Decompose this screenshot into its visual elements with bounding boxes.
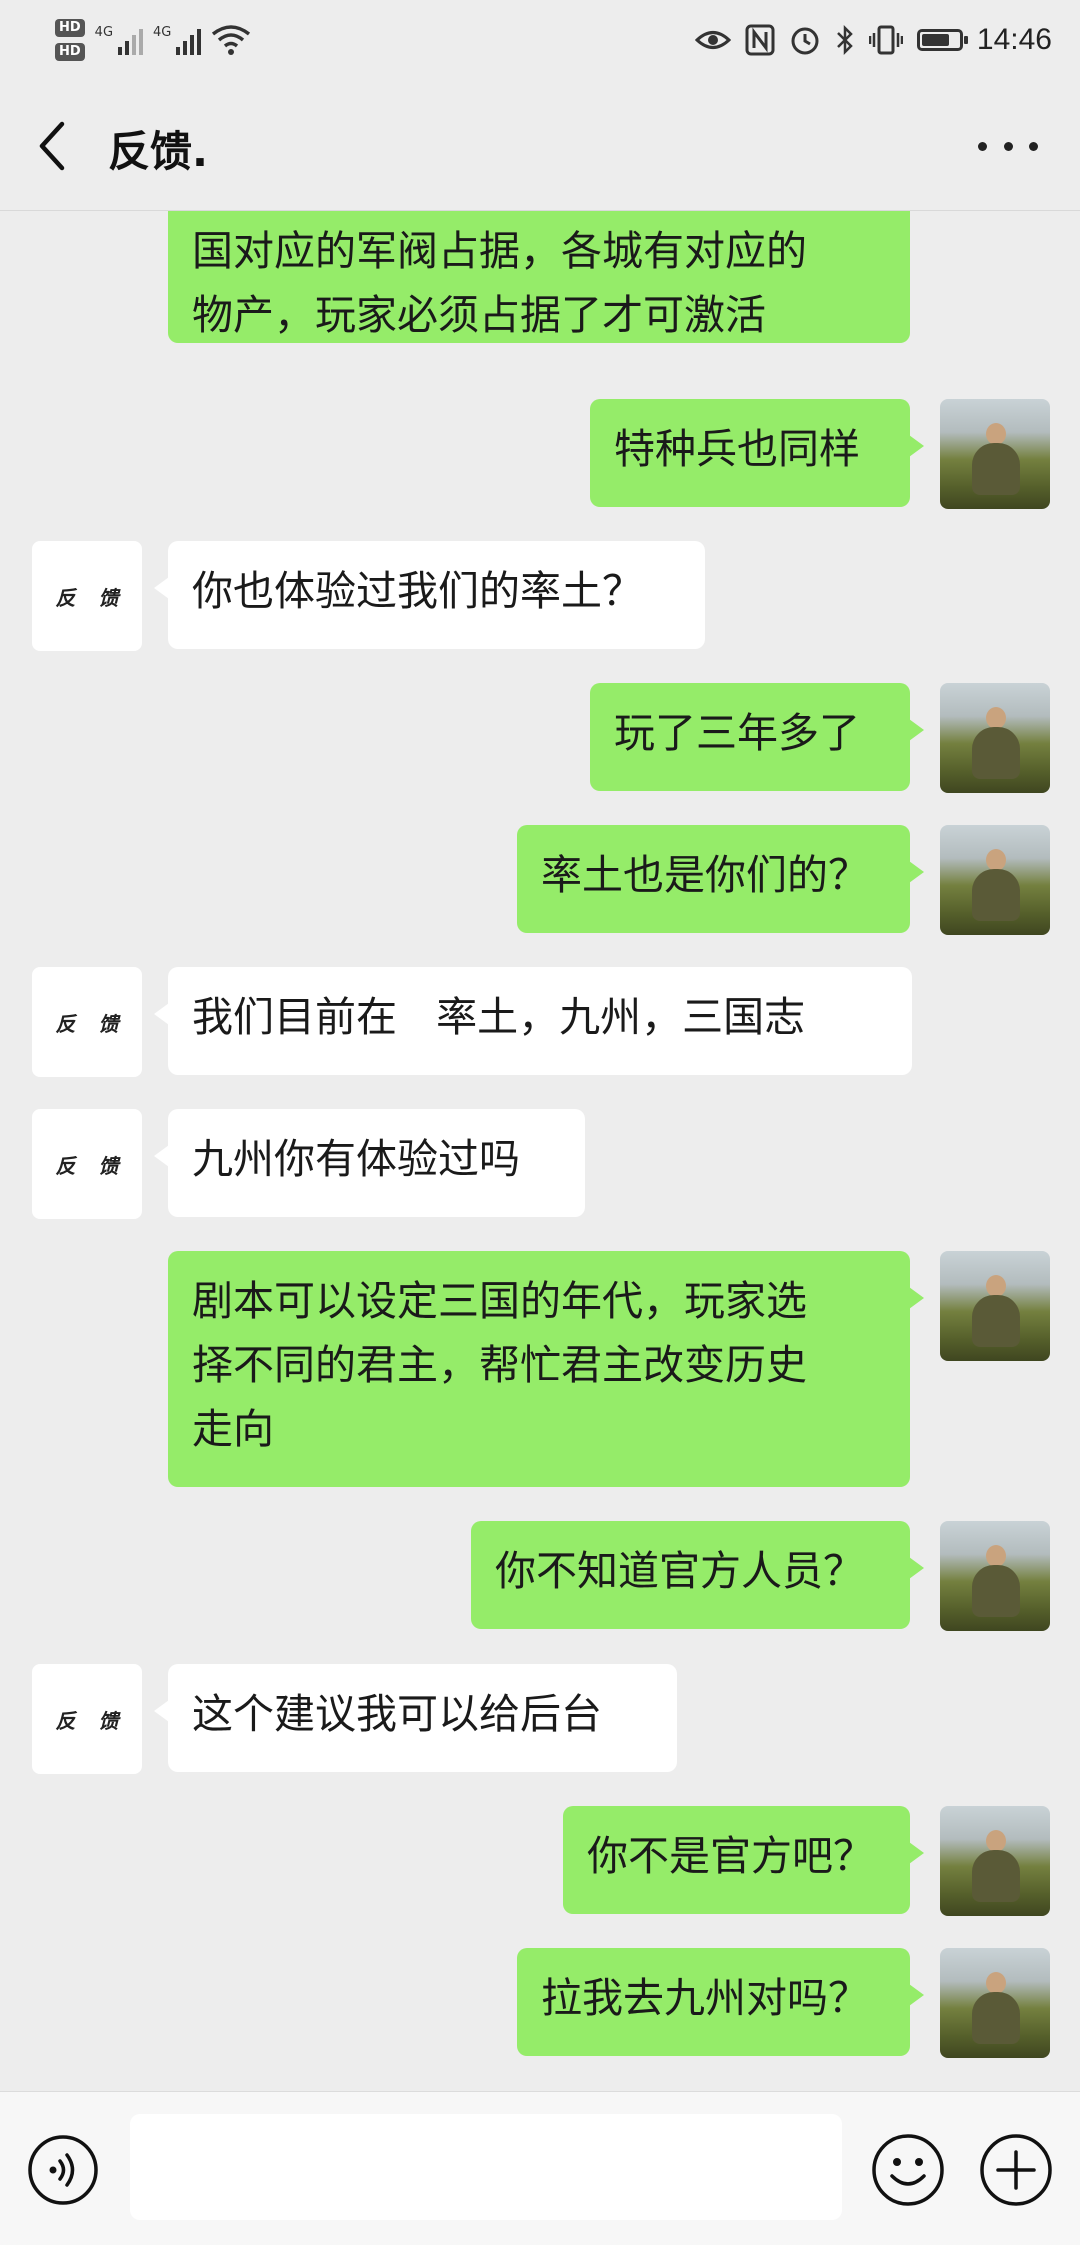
bluetooth-icon <box>837 24 853 56</box>
my-avatar[interactable] <box>940 1521 1050 1631</box>
wifi-icon <box>212 25 251 55</box>
network-indicators: HD HD 4G 4G <box>55 10 251 70</box>
status-time: 14:46 <box>976 23 1052 56</box>
message-bubble[interactable]: 九州你有体验过吗 <box>154 1109 585 1217</box>
message-input[interactable] <box>130 2114 842 2220</box>
my-avatar[interactable] <box>940 1948 1050 2058</box>
incoming-message: 你也体验过我们的率土？反馈 <box>0 541 1080 651</box>
contact-avatar[interactable]: 反馈 <box>32 541 142 651</box>
avatar-logo-char: 馈 <box>98 1708 119 1733</box>
outgoing-message: 拉我去九州对吗？ <box>0 1948 1080 2058</box>
avatar-logo-char: 反 <box>55 1708 76 1733</box>
avatar-logo-char: 反 <box>55 585 76 610</box>
chat-title: 反馈. <box>108 127 208 176</box>
message-bubble[interactable]: 剧本可以设定三国的年代，玩家选 择不同的君主，帮忙君主改变历史 走向 <box>168 1251 924 1487</box>
my-avatar[interactable] <box>940 1806 1050 1916</box>
contact-avatar[interactable]: 反馈 <box>32 1664 142 1774</box>
outgoing-message: 玩了三年多了 <box>0 683 1080 793</box>
outgoing-message: 你不是官方吧？ <box>0 1806 1080 1916</box>
signal-1-icon: 4G <box>94 25 144 55</box>
incoming-message: 我们目前在 率土，九州，三国志反馈 <box>0 967 1080 1077</box>
message-bubble[interactable]: 率土也是你们的？ <box>517 825 924 933</box>
outgoing-message: 率土也是你们的？ <box>0 825 1080 935</box>
outgoing-message: 你不知道官方人员？ <box>0 1521 1080 1631</box>
outgoing-message: 特种兵也同样 <box>0 399 1080 509</box>
battery-icon <box>916 29 968 51</box>
hd-badge-2: HD <box>55 43 85 61</box>
message-bubble[interactable]: 你不是官方吧？ <box>563 1806 924 1914</box>
status-bar: HD HD 4G 4G 14:46 <box>0 0 1080 80</box>
message-bubble[interactable]: 拉我去九州对吗？ <box>517 1948 924 2056</box>
my-avatar[interactable] <box>940 1251 1050 1361</box>
incoming-message: 九州你有体验过吗反馈 <box>0 1109 1080 1219</box>
vibrate-icon <box>868 25 903 55</box>
eye-comfort-icon <box>694 31 731 49</box>
my-avatar[interactable] <box>940 399 1050 509</box>
hd-badge-1: HD <box>55 19 85 37</box>
message-bubble[interactable]: 你不知道官方人员？ <box>471 1521 924 1629</box>
message-bubble[interactable]: 国对应的军阀占据，各城有对应的 物产，玩家必须占据了才可激活 <box>168 211 910 343</box>
avatar-logo-char: 反 <box>55 1153 76 1178</box>
avatar-logo-char: 馈 <box>98 1153 119 1178</box>
outgoing-message: 国对应的军阀占据，各城有对应的 物产，玩家必须占据了才可激活 <box>0 211 1080 343</box>
incoming-message: 这个建议我可以给后台反馈 <box>0 1664 1080 1774</box>
avatar-logo-char: 馈 <box>98 1011 119 1036</box>
system-indicators: 14:46 <box>694 18 1052 62</box>
my-avatar[interactable] <box>940 825 1050 935</box>
network-type-1: 4G <box>94 25 114 40</box>
outgoing-message: 剧本可以设定三国的年代，玩家选 择不同的君主，帮忙君主改变历史 走向 <box>0 1251 1080 1487</box>
message-bubble[interactable]: 你也体验过我们的率土？ <box>154 541 705 649</box>
message-bubble[interactable]: 我们目前在 率土，九州，三国志 <box>154 967 912 1075</box>
avatar-logo-char: 反 <box>55 1011 76 1036</box>
plus-icon[interactable] <box>978 2132 1054 2208</box>
message-bubble[interactable]: 玩了三年多了 <box>590 683 924 791</box>
back-icon[interactable] <box>30 118 80 174</box>
input-bar <box>0 2091 1080 2245</box>
network-type-2: 4G <box>153 25 172 40</box>
emoji-icon[interactable] <box>870 2132 946 2208</box>
nfc-icon <box>745 24 775 56</box>
voice-input-icon[interactable] <box>27 2134 99 2206</box>
message-list[interactable]: 国对应的军阀占据，各城有对应的 物产，玩家必须占据了才可激活特种兵也同样你也体验… <box>0 211 1080 2091</box>
contact-avatar[interactable]: 反馈 <box>32 1109 142 1219</box>
message-bubble[interactable]: 这个建议我可以给后台 <box>154 1664 677 1772</box>
more-dots-icon[interactable] <box>978 118 1038 174</box>
contact-avatar[interactable]: 反馈 <box>32 967 142 1077</box>
avatar-logo-char: 馈 <box>98 585 119 610</box>
my-avatar[interactable] <box>940 683 1050 793</box>
chat-header: 反馈. <box>0 80 1080 211</box>
message-bubble[interactable]: 特种兵也同样 <box>590 399 924 507</box>
alarm-icon <box>791 27 819 55</box>
signal-2-icon: 4G <box>153 25 202 55</box>
